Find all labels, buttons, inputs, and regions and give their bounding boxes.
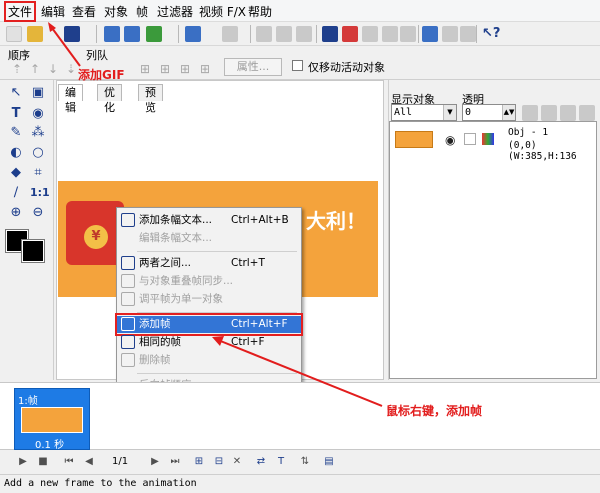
annotation-arrows [48, 22, 383, 407]
arrow-to-add-frame [217, 339, 383, 407]
arrow-to-file-menu [51, 27, 81, 67]
